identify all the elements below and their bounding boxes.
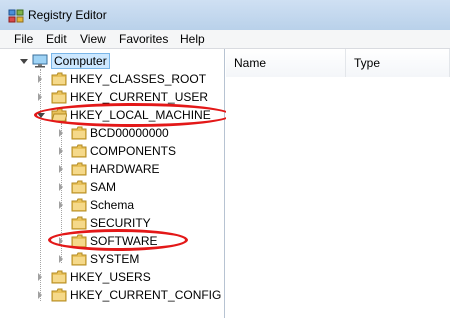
tree-label: SECURITY: [90, 216, 151, 230]
tree-label: HARDWARE: [90, 162, 160, 176]
menu-bar: File Edit View Favorites Help: [0, 30, 450, 49]
expand-arrow-icon[interactable]: [59, 165, 63, 173]
tree-item-hklm[interactable]: HKEY_LOCAL_MACHINE: [0, 107, 220, 124]
collapse-arrow-icon[interactable]: [37, 113, 45, 118]
registry-tree[interactable]: Computer HKEY_CLASSES_ROOT HKEY_CURRENT_…: [0, 49, 232, 318]
tree-item-computer[interactable]: Computer: [0, 53, 220, 70]
tree-label: HKEY_CURRENT_USER: [70, 90, 209, 104]
values-list[interactable]: Name Type: [226, 49, 450, 318]
menu-file[interactable]: File: [14, 32, 33, 46]
tree-item-system[interactable]: SYSTEM: [0, 251, 220, 268]
tree-label: HKEY_CURRENT_CONFIG: [70, 288, 222, 302]
tree-label: BCD00000000: [90, 126, 169, 140]
tree-label: HKEY_LOCAL_MACHINE: [70, 108, 211, 122]
folder-icon: [51, 90, 67, 104]
tree-label: HKEY_CLASSES_ROOT: [70, 72, 207, 86]
menu-favorites[interactable]: Favorites: [119, 32, 168, 46]
folder-icon: [51, 288, 67, 302]
tree-label-computer: Computer: [51, 53, 110, 69]
folder-icon: [71, 234, 87, 248]
tree-item-hardware[interactable]: HARDWARE: [0, 161, 220, 178]
title-bar: Registry Editor: [0, 0, 450, 30]
tree-label: HKEY_USERS: [70, 270, 151, 284]
folder-icon: [71, 198, 87, 212]
tree-item-schema[interactable]: Schema: [0, 197, 220, 214]
folder-icon: [71, 144, 87, 158]
tree-label: Schema: [90, 198, 135, 212]
folder-icon: [51, 72, 67, 86]
tree-label: SOFTWARE: [90, 234, 158, 248]
registry-editor-icon: [8, 9, 24, 23]
folder-icon: [71, 252, 87, 266]
tree-item-components[interactable]: COMPONENTS: [0, 143, 220, 160]
open-folder-icon: [51, 108, 67, 122]
expand-arrow-icon[interactable]: [59, 183, 63, 191]
menu-edit[interactable]: Edit: [46, 32, 67, 46]
expand-arrow-icon[interactable]: [38, 93, 42, 101]
column-header-type[interactable]: Type: [346, 49, 450, 77]
folder-icon: [71, 162, 87, 176]
tree-label: SAM: [90, 180, 117, 194]
tree-item-hku[interactable]: HKEY_USERS: [0, 269, 220, 286]
tree-item-sam[interactable]: SAM: [0, 179, 220, 196]
tree-label: COMPONENTS: [90, 144, 177, 158]
tree-item-bcd[interactable]: BCD00000000: [0, 125, 220, 142]
computer-icon: [32, 54, 48, 68]
column-header-name[interactable]: Name: [226, 49, 346, 77]
tree-label: SYSTEM: [90, 252, 140, 266]
tree-item-software[interactable]: SOFTWARE: [0, 233, 220, 250]
window-title: Registry Editor: [28, 8, 107, 22]
tree-item-hkcr[interactable]: HKEY_CLASSES_ROOT: [0, 71, 220, 88]
expand-arrow-icon[interactable]: [59, 201, 63, 209]
expand-arrow-icon[interactable]: [59, 237, 63, 245]
tree-item-hkcc[interactable]: HKEY_CURRENT_CONFIG: [0, 287, 222, 304]
folder-icon: [51, 270, 67, 284]
menu-help[interactable]: Help: [180, 32, 205, 46]
folder-icon: [71, 216, 87, 230]
expand-arrow-icon[interactable]: [59, 129, 63, 137]
expand-arrow-icon[interactable]: [38, 75, 42, 83]
collapse-arrow-icon[interactable]: [20, 59, 28, 64]
expand-arrow-icon[interactable]: [38, 291, 42, 299]
expand-arrow-icon[interactable]: [59, 147, 63, 155]
menu-view[interactable]: View: [80, 32, 106, 46]
tree-item-hkcu[interactable]: HKEY_CURRENT_USER: [0, 89, 220, 106]
expand-arrow-icon[interactable]: [59, 255, 63, 263]
folder-icon: [71, 126, 87, 140]
expand-arrow-icon[interactable]: [38, 273, 42, 281]
folder-icon: [71, 180, 87, 194]
tree-item-security[interactable]: SECURITY: [0, 215, 220, 232]
